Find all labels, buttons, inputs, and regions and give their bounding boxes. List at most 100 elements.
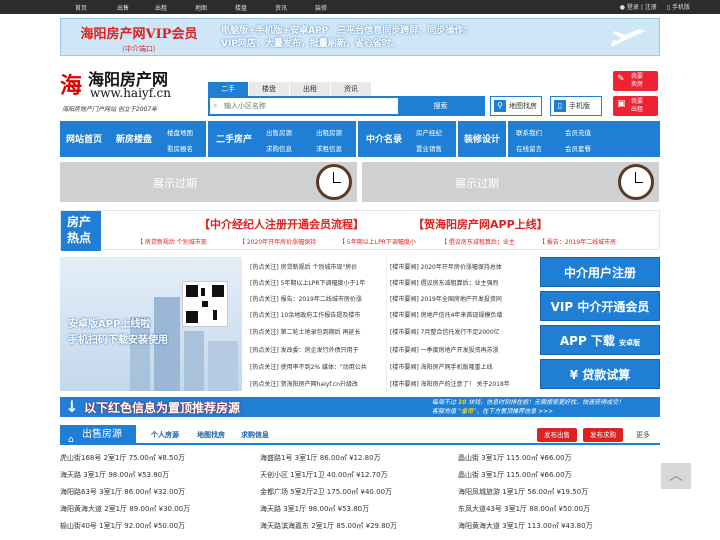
- personal-listings-link[interactable]: 个人房源: [151, 430, 179, 440]
- sell-house-button[interactable]: ✎ 我要 卖房: [613, 71, 658, 91]
- list-item[interactable]: 天创小区 1室1厅1卫 40.00㎡ ¥12.70万: [260, 470, 388, 480]
- hot-tag-3[interactable]: 【 5年期以上LPR下调幅度小: [339, 237, 416, 246]
- news-item[interactable]: [楼市要闻] 2020年开年房价涨幅保持总体: [390, 262, 540, 271]
- list-item[interactable]: 晶山街 3室1厅 115.00㎡ ¥66.00万: [458, 453, 572, 463]
- list-item[interactable]: 东凤大道43号 3室1厅 88.00㎡ ¥50.00万: [458, 504, 590, 514]
- nav-home[interactable]: 网站首页: [66, 132, 102, 145]
- top-nav-news[interactable]: 资讯: [275, 3, 287, 12]
- search-input[interactable]: [224, 98, 404, 114]
- search-button[interactable]: 搜索: [398, 98, 483, 114]
- news-item[interactable]: [热点关注] 10余地政府工作报告提及楼市: [250, 310, 382, 319]
- nav-viewing-signup[interactable]: 看房报名: [167, 143, 193, 153]
- news-item[interactable]: [楼市要闻] 一季度房地产开发投资再苏浙: [390, 345, 540, 354]
- login-link[interactable]: 登录: [627, 4, 639, 11]
- hot-headline-2[interactable]: 【贺海阳房产网APP上线】: [413, 216, 548, 232]
- nav-sales[interactable]: 置业销售: [416, 143, 442, 153]
- nav-contact[interactable]: 联系我们: [516, 127, 542, 137]
- clock-icon: [618, 164, 654, 200]
- search-tab-rent[interactable]: 出租: [290, 82, 330, 96]
- list-item[interactable]: 海天路 3室1厅 98.00㎡ ¥53.80万: [60, 470, 169, 480]
- app-ad-line-2: 手机扫码下载安装使用: [68, 335, 168, 346]
- logo-url: www.haiyf.cn: [90, 86, 171, 100]
- list-item[interactable]: 海阳凤城旅游 1室1厅 56.00㎡ ¥19.50万: [458, 487, 588, 497]
- news-item[interactable]: [楼市要闻] 海阳房产的注意了！ 关于2018年: [390, 379, 540, 388]
- list-item[interactable]: 海阳路63号 3室1厅 86.00㎡ ¥32.00万: [60, 487, 185, 497]
- nav-agent-list[interactable]: 中介名录: [366, 132, 402, 145]
- post-sale-button[interactable]: 发布出售: [537, 428, 577, 442]
- search-area: 二手 楼盘 出租 资讯 ⌕ 搜索: [208, 82, 485, 117]
- site-logo[interactable]: 海 海阳房产网 www.haiyf.cn 海阳房地产门户网站 创立于2007年: [60, 64, 190, 116]
- nav-packages[interactable]: 会员套餐: [565, 143, 591, 153]
- wanted-info-link[interactable]: 求购信息: [241, 430, 269, 440]
- vip-open-button[interactable]: VIP 中介开通会员: [540, 291, 660, 321]
- top-nav-sale[interactable]: 出售: [117, 3, 129, 12]
- list-item[interactable]: 金都广场 5室2厅2卫 175.00㎡ ¥40.00万: [260, 487, 392, 497]
- map-search-button[interactable]: ⚲ 地图找房: [490, 96, 542, 116]
- news-item[interactable]: [楼市要闻] 倡议房东减租算后；业主强烈: [390, 278, 540, 287]
- hot-headline-1[interactable]: 【中介经纪人注册开通会员流程】: [199, 216, 364, 232]
- top-nav-rent[interactable]: 出租: [155, 3, 167, 12]
- hot-tag-1[interactable]: 【 房贷新规后 个别城市现: [137, 237, 207, 246]
- register-link[interactable]: 注册: [645, 4, 657, 11]
- news-item[interactable]: [热点关注] 贺海阳房产网haiyf.cn升级改: [250, 379, 382, 388]
- news-item[interactable]: [热点关注] 发改委：房企发行外债只用于: [250, 345, 382, 354]
- mobile-link[interactable]: 手机版: [672, 4, 690, 11]
- loan-calculator-button[interactable]: ¥ 贷款试算: [540, 359, 660, 389]
- vip-banner[interactable]: 海阳房产网VIP会员 （中介端口） 电脑版+手机版+安卓APP 三平台信息同步跨…: [60, 18, 660, 56]
- top-nav-projects[interactable]: 楼盘: [235, 3, 247, 12]
- app-download-button[interactable]: APP 下载 安卓版: [540, 325, 660, 355]
- nav-newhouse[interactable]: 新房楼盘: [116, 132, 152, 145]
- list-item[interactable]: 虎山街168号 2室1厅 75.00㎡ ¥8.50万: [60, 453, 185, 463]
- news-item[interactable]: [热点关注] 房贷新规后 个别城市现"房价: [250, 262, 382, 271]
- list-item[interactable]: 榆山街40号 1室1厅 92.00㎡ ¥50.00万: [60, 521, 185, 531]
- nav-brokers[interactable]: 房产经纪: [416, 127, 442, 137]
- news-item[interactable]: [热点关注] 第二轮土地录包到期后 再延长: [250, 327, 382, 336]
- agent-register-button[interactable]: 中介用户注册: [540, 257, 660, 287]
- search-tab-news[interactable]: 资讯: [331, 82, 371, 96]
- news-item[interactable]: [楼市要闻] 房地产信托4年来首现规模负增: [390, 310, 540, 319]
- mobile-version-button[interactable]: ▯ 手机版: [550, 96, 602, 116]
- nav-message[interactable]: 在线留言: [516, 143, 542, 153]
- app-download-ad[interactable]: 安卓版APP上线啦 手机扫码下载安装使用: [60, 257, 242, 391]
- nav-decoration[interactable]: 装修设计: [464, 132, 500, 145]
- ad-slot-expired-right[interactable]: 展示过期: [362, 162, 659, 202]
- nav-recharge[interactable]: 会员充值: [565, 127, 591, 137]
- search-tab-projects[interactable]: 楼盘: [249, 82, 289, 96]
- post-wanted-button[interactable]: 发布求购: [583, 428, 623, 442]
- map-search-link[interactable]: 地图找房: [197, 430, 225, 440]
- nav-rent-listings[interactable]: 出租房源: [316, 127, 342, 137]
- nav-project-map[interactable]: 楼盘地图: [167, 127, 193, 137]
- list-item[interactable]: 海阳黄海大道 2室1厅 89.00㎡ ¥30.00万: [60, 504, 190, 514]
- news-item[interactable]: [热点关注] 使用率不到2% 媒体："动用公共: [250, 362, 382, 371]
- list-item[interactable]: 海天路 3室1厅 98.00㎡ ¥53.80万: [260, 504, 369, 514]
- nav-second-hand[interactable]: 二手房产: [216, 132, 252, 145]
- sale-listings-tab[interactable]: ⌂ 出售房源: [60, 425, 136, 445]
- more-link[interactable]: 更多: [636, 430, 650, 440]
- top-nav-home[interactable]: 首页: [75, 3, 87, 12]
- news-item[interactable]: [热点关注] 5年期以上LPR下调幅度小于1年: [250, 278, 382, 287]
- top-nav-decoration[interactable]: 装修: [315, 3, 327, 12]
- news-item[interactable]: [热点关注] 报告：2019年二线城市房价涨: [250, 294, 382, 303]
- back-to-top-button[interactable]: ︿: [661, 463, 691, 489]
- ad-slot-expired-left[interactable]: 展示过期: [60, 162, 357, 202]
- hot-tag-4[interactable]: 【 倡议房东减租算后；业主: [441, 237, 515, 246]
- list-item[interactable]: 海天路滨海嘉东 2室1厅 85.00㎡ ¥29.80万: [260, 521, 397, 531]
- top-nav-map[interactable]: 地图: [195, 3, 207, 12]
- ann-text: ，在下方置顶推荐信息 >>>: [476, 408, 554, 415]
- list-item[interactable]: 海阳黄海大道 3室1厅 113.00㎡ ¥43.80万: [458, 521, 593, 531]
- rent-out-button[interactable]: ▣ 我要 出租: [613, 96, 658, 116]
- phone-icon: ▯: [666, 4, 671, 11]
- nav-sale-listings[interactable]: 出售房源: [266, 127, 292, 137]
- hot-tag-5[interactable]: 【 报告：2019年二线城市房: [539, 237, 616, 246]
- news-item[interactable]: [楼市要闻] 7月整合信托发行不足2000亿: [390, 327, 540, 336]
- nav-wanted-listings[interactable]: 求购信息: [266, 143, 292, 153]
- vip-title: 海阳房产网VIP会员: [80, 27, 198, 42]
- hot-tag-2[interactable]: 【 2020年开年房价涨幅保持: [239, 237, 316, 246]
- list-item[interactable]: 晶山街 3室1厅 115.00㎡ ¥66.00万: [458, 470, 572, 480]
- news-item[interactable]: [楼市要闻] 海阳房产网手机版隆重上线: [390, 362, 540, 371]
- search-tab-second[interactable]: 二手: [208, 82, 248, 96]
- nav-rent-wanted[interactable]: 求租信息: [316, 143, 342, 153]
- news-item[interactable]: [楼市要闻] 2019年全国房地产开发投资同: [390, 294, 540, 303]
- list-item[interactable]: 海盛路1号 3室1厅 86.00㎡ ¥12.80万: [260, 453, 381, 463]
- top-recommend-bar[interactable]: ↓ 以下红色信息为置顶推荐房源 每周不过 10 块钱，信息时刻排在前！无需搜索更…: [60, 397, 660, 417]
